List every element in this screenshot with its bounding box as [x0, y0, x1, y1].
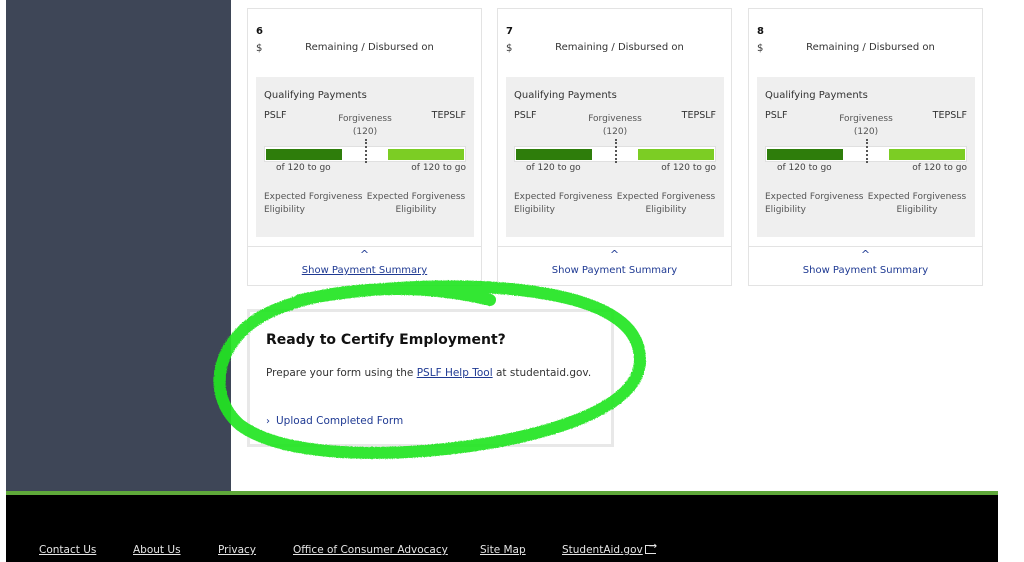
certify-employment-box: Ready to Certify Employment? Prepare you…: [247, 309, 614, 447]
loan-status: Remaining / Disbursed on: [806, 42, 935, 53]
footer-link-consumer-advocacy[interactable]: Office of Consumer Advocacy: [293, 544, 448, 556]
pslf-eligibility-text: Expected Forgiveness Eligibility: [765, 192, 864, 215]
tepslf-remaining: of 120 to go: [661, 163, 716, 173]
certify-desc-suffix: at studentaid.gov.: [492, 367, 592, 379]
forgiveness-text: Forgiveness: [338, 114, 392, 124]
forgiveness-label: Forgiveness (120): [256, 113, 474, 139]
pslf-remaining: of 120 to go: [276, 163, 331, 173]
panel-title: Qualifying Payments: [765, 90, 868, 101]
progress-bar: [765, 139, 967, 163]
pslf-help-tool-link[interactable]: PSLF Help Tool: [417, 367, 493, 379]
tepslf-eligibility: Expected Forgiveness Eligibility: [867, 191, 967, 217]
tepslf-eligibility-text: Expected Forgiveness Eligibility: [366, 192, 466, 215]
qualifying-payments-panel: Qualifying Payments PSLF TEPSLF Forgiven…: [256, 77, 474, 237]
loan-number: 8: [757, 26, 764, 37]
card-divider: [498, 246, 731, 247]
pslf-progress-fill: [266, 149, 342, 160]
footer-link-studentaid[interactable]: StudentAid.gov: [562, 541, 657, 556]
forgiveness-marker: [866, 139, 868, 163]
tepslf-eligibility-text: Expected Forgiveness Eligibility: [616, 192, 716, 215]
tepslf-progress-fill: [388, 149, 464, 160]
pslf-remaining: of 120 to go: [526, 163, 581, 173]
panel-title: Qualifying Payments: [514, 90, 617, 101]
progress-bar: [514, 139, 716, 163]
show-payment-summary-link[interactable]: Show Payment Summary: [749, 265, 982, 276]
studentaid-link-text: StudentAid.gov: [562, 544, 643, 556]
pslf-progress-fill: [767, 149, 843, 160]
tepslf-eligibility: Expected Forgiveness Eligibility: [616, 191, 716, 217]
show-payment-summary-link[interactable]: Show Payment Summary: [248, 265, 481, 276]
loan-status: Remaining / Disbursed on: [305, 42, 434, 53]
footer-link-site-map[interactable]: Site Map: [480, 544, 526, 556]
sidebar: [6, 0, 231, 492]
tepslf-remaining: of 120 to go: [411, 163, 466, 173]
chevron-right-icon: ›: [266, 416, 270, 427]
loan-number: 7: [506, 26, 513, 37]
forgiveness-marker: [365, 139, 367, 163]
certify-desc-text: Prepare your form using the: [266, 367, 417, 379]
forgiveness-label: Forgiveness (120): [506, 113, 724, 139]
loan-number: 6: [256, 26, 263, 37]
forgiveness-label: Forgiveness (120): [757, 113, 975, 139]
forgiveness-text: Forgiveness: [588, 114, 642, 124]
tepslf-eligibility-text: Expected Forgiveness Eligibility: [867, 192, 967, 215]
tepslf-progress-fill: [889, 149, 965, 160]
forgiveness-count: (120): [602, 127, 628, 137]
chevron-up-icon[interactable]: ^: [498, 249, 731, 261]
footer-link-about-us[interactable]: About Us: [133, 544, 181, 556]
loan-card: 7 $ Remaining / Disbursed on Qualifying …: [497, 8, 732, 286]
certify-title: Ready to Certify Employment?: [266, 332, 506, 348]
tepslf-eligibility: Expected Forgiveness Eligibility: [366, 191, 466, 217]
qualifying-payments-panel: Qualifying Payments PSLF TEPSLF Forgiven…: [506, 77, 724, 237]
pslf-eligibility-text: Expected Forgiveness Eligibility: [264, 192, 363, 215]
pslf-eligibility: Expected Forgiveness Eligibility: [514, 191, 614, 217]
upload-completed-form-link[interactable]: › Upload Completed Form: [266, 415, 403, 427]
panel-title: Qualifying Payments: [264, 90, 367, 101]
certify-description: Prepare your form using the PSLF Help To…: [266, 367, 591, 379]
tepslf-progress-fill: [638, 149, 714, 160]
chevron-up-icon[interactable]: ^: [248, 249, 481, 261]
progress-bar: [264, 139, 466, 163]
pslf-eligibility: Expected Forgiveness Eligibility: [765, 191, 865, 217]
footer-link-privacy[interactable]: Privacy: [218, 544, 256, 556]
forgiveness-count: (120): [352, 127, 378, 137]
pslf-eligibility-text: Expected Forgiveness Eligibility: [514, 192, 613, 215]
card-divider: [248, 246, 481, 247]
footer: Contact Us About Us Privacy Office of Co…: [6, 495, 998, 562]
pslf-remaining: of 120 to go: [777, 163, 832, 173]
qualifying-payments-panel: Qualifying Payments PSLF TEPSLF Forgiven…: [757, 77, 975, 237]
forgiveness-marker: [615, 139, 617, 163]
forgiveness-count: (120): [853, 127, 879, 137]
tepslf-remaining: of 120 to go: [912, 163, 967, 173]
footer-link-contact-us[interactable]: Contact Us: [39, 544, 96, 556]
upload-link-text: Upload Completed Form: [276, 415, 404, 427]
external-link-icon: [644, 541, 657, 554]
loan-status: Remaining / Disbursed on: [555, 42, 684, 53]
pslf-eligibility: Expected Forgiveness Eligibility: [264, 191, 364, 217]
card-divider: [749, 246, 982, 247]
loan-card: 6 $ Remaining / Disbursed on Qualifying …: [247, 8, 482, 286]
loan-card: 8 $ Remaining / Disbursed on Qualifying …: [748, 8, 983, 286]
chevron-up-icon[interactable]: ^: [749, 249, 982, 261]
pslf-progress-fill: [516, 149, 592, 160]
show-payment-summary-link[interactable]: Show Payment Summary: [498, 265, 731, 276]
forgiveness-text: Forgiveness: [839, 114, 893, 124]
